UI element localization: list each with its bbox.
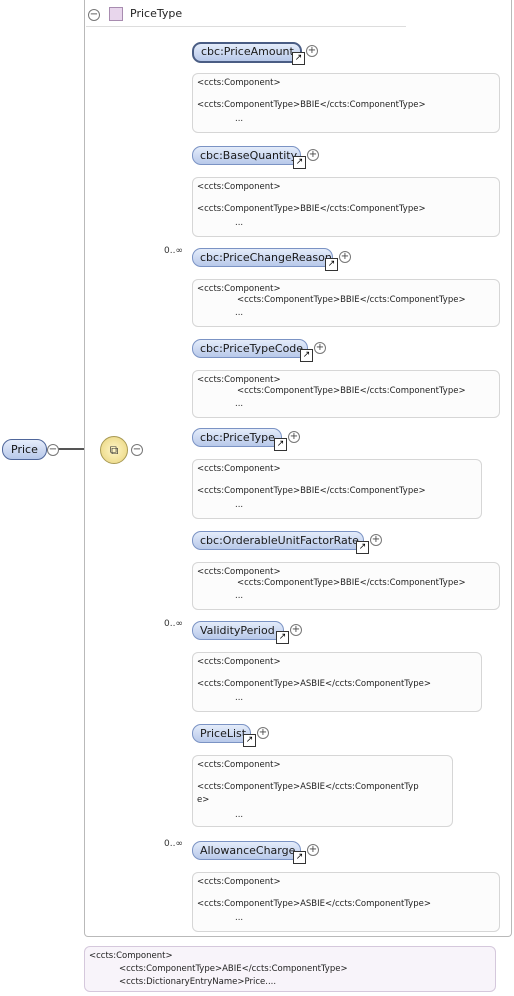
annotation-line: <ccts:ComponentType>BBIE</ccts:Component… (197, 486, 426, 496)
annotation-ellipsis: ... (235, 810, 244, 820)
annotation-line: <ccts:Component> (197, 877, 281, 887)
annotation-line: <ccts:ComponentType>ASBIE</ccts:Componen… (197, 899, 431, 909)
annotation-ellipsis: ... (235, 114, 244, 124)
minus-circle-icon[interactable]: − (88, 9, 100, 21)
annotation-line: <ccts:ComponentType>BBIE</ccts:Component… (197, 204, 426, 214)
sequence-compositor[interactable]: ⧉ (100, 436, 128, 464)
minus-circle-icon[interactable]: − (47, 444, 59, 456)
plus-circle-icon[interactable]: + (339, 251, 351, 263)
schema-diagram: − PriceType Price − ⧉ − cbc:PriceAmount ↗… (0, 0, 514, 996)
arrow-link-icon[interactable]: ↗ (293, 156, 306, 169)
annotation-line: <ccts:Component> (197, 464, 281, 474)
annotation-line: <ccts:ComponentType>BBIE</ccts:Component… (237, 386, 466, 396)
arrow-link-icon[interactable]: ↗ (293, 851, 306, 864)
arrow-link-icon[interactable]: ↗ (243, 734, 256, 747)
element-annotation: <ccts:Component> <ccts:ComponentType>BBIE… (192, 459, 482, 519)
annotation-line: <ccts:ComponentType>BBIE</ccts:Component… (237, 295, 466, 305)
plus-circle-icon[interactable]: + (314, 342, 326, 354)
plus-circle-icon[interactable]: + (370, 534, 382, 546)
annotation-line: <ccts:Component> (197, 760, 281, 770)
sequence-compositor-icon: ⧉ (109, 443, 119, 457)
annotation-line: <ccts:Component> (197, 567, 281, 577)
annotation-line: <ccts:Component> (197, 284, 281, 294)
element-node[interactable]: cbc:PriceType (192, 428, 282, 447)
type-annotation: <ccts:Component> <ccts:ComponentType>ABI… (84, 946, 496, 992)
element-node[interactable]: cbc:OrderableUnitFactorRate (192, 531, 364, 550)
annotation-ellipsis: ... (235, 308, 244, 318)
element-node[interactable]: cbc:PriceTypeCode (192, 339, 308, 358)
plus-circle-icon[interactable]: + (290, 624, 302, 636)
header-divider (86, 26, 406, 27)
annotation-line: <ccts:DictionaryEntryName>Price.... (119, 977, 277, 987)
complex-type-icon (109, 7, 123, 21)
element-annotation: <ccts:Component> <ccts:ComponentType>BBIE… (192, 562, 500, 610)
element-annotation: <ccts:Component> <ccts:ComponentType>BBIE… (192, 177, 500, 237)
annotation-line: <ccts:Component> (197, 375, 281, 385)
element-node[interactable]: cbc:PriceAmount (192, 42, 302, 63)
plus-circle-icon[interactable]: + (307, 844, 319, 856)
element-annotation: <ccts:Component> <ccts:ComponentType>BBIE… (192, 279, 500, 327)
plus-circle-icon[interactable]: + (288, 431, 300, 443)
annotation-ellipsis: ... (235, 218, 244, 228)
element-annotation: <ccts:Component> <ccts:ComponentType>BBIE… (192, 73, 500, 133)
element-annotation: <ccts:Component> <ccts:ComponentType>ASBI… (192, 872, 500, 932)
annotation-line: <ccts:Component> (89, 951, 173, 961)
annotation-line: <ccts:Component> (197, 78, 281, 88)
element-node[interactable]: ValidityPeriod (192, 621, 284, 640)
element-annotation: <ccts:Component> <ccts:ComponentType>BBIE… (192, 370, 500, 418)
annotation-line: <ccts:ComponentType>ASBIE</ccts:Componen… (197, 679, 431, 689)
annotation-line: <ccts:ComponentType>BBIE</ccts:Component… (197, 100, 426, 110)
arrow-link-icon[interactable]: ↗ (356, 541, 369, 554)
annotation-ellipsis: ... (235, 399, 244, 409)
occurrence-label: 0..∞ (164, 839, 183, 849)
arrow-link-icon[interactable]: ↗ (274, 438, 287, 451)
type-name: PriceType (130, 7, 183, 20)
annotation-ellipsis: ... (235, 693, 244, 703)
plus-circle-icon[interactable]: + (307, 149, 319, 161)
annotation-line: <ccts:Component> (197, 182, 281, 192)
arrow-link-icon[interactable]: ↗ (300, 349, 313, 362)
root-element[interactable]: Price (2, 439, 47, 460)
annotation-ellipsis: ... (235, 591, 244, 601)
annotation-ellipsis: ... (235, 500, 244, 510)
occurrence-label: 0..∞ (164, 619, 183, 629)
element-annotation: <ccts:Component> <ccts:ComponentType>ASBI… (192, 755, 453, 827)
annotation-line: e> (197, 795, 210, 805)
annotation-ellipsis: ... (235, 913, 244, 923)
element-node[interactable]: AllowanceCharge (192, 841, 301, 860)
annotation-line: <ccts:ComponentType>ASBIE</ccts:Componen… (197, 782, 419, 792)
element-node[interactable]: cbc:BaseQuantity (192, 146, 301, 165)
annotation-line: <ccts:ComponentType>ABIE</ccts:Component… (119, 964, 348, 974)
arrow-link-icon[interactable]: ↗ (276, 631, 289, 644)
occurrence-label: 0..∞ (164, 246, 183, 256)
plus-circle-icon[interactable]: + (306, 45, 318, 57)
arrow-link-icon[interactable]: ↗ (292, 52, 305, 65)
type-group-header: − PriceType (86, 4, 406, 27)
minus-circle-icon[interactable]: − (131, 444, 143, 456)
element-annotation: <ccts:Component> <ccts:ComponentType>ASBI… (192, 652, 482, 712)
annotation-line: <ccts:Component> (197, 657, 281, 667)
arrow-link-icon[interactable]: ↗ (325, 258, 338, 271)
annotation-line: <ccts:ComponentType>BBIE</ccts:Component… (237, 578, 466, 588)
plus-circle-icon[interactable]: + (257, 727, 269, 739)
element-node[interactable]: cbc:PriceChangeReason (192, 248, 333, 267)
